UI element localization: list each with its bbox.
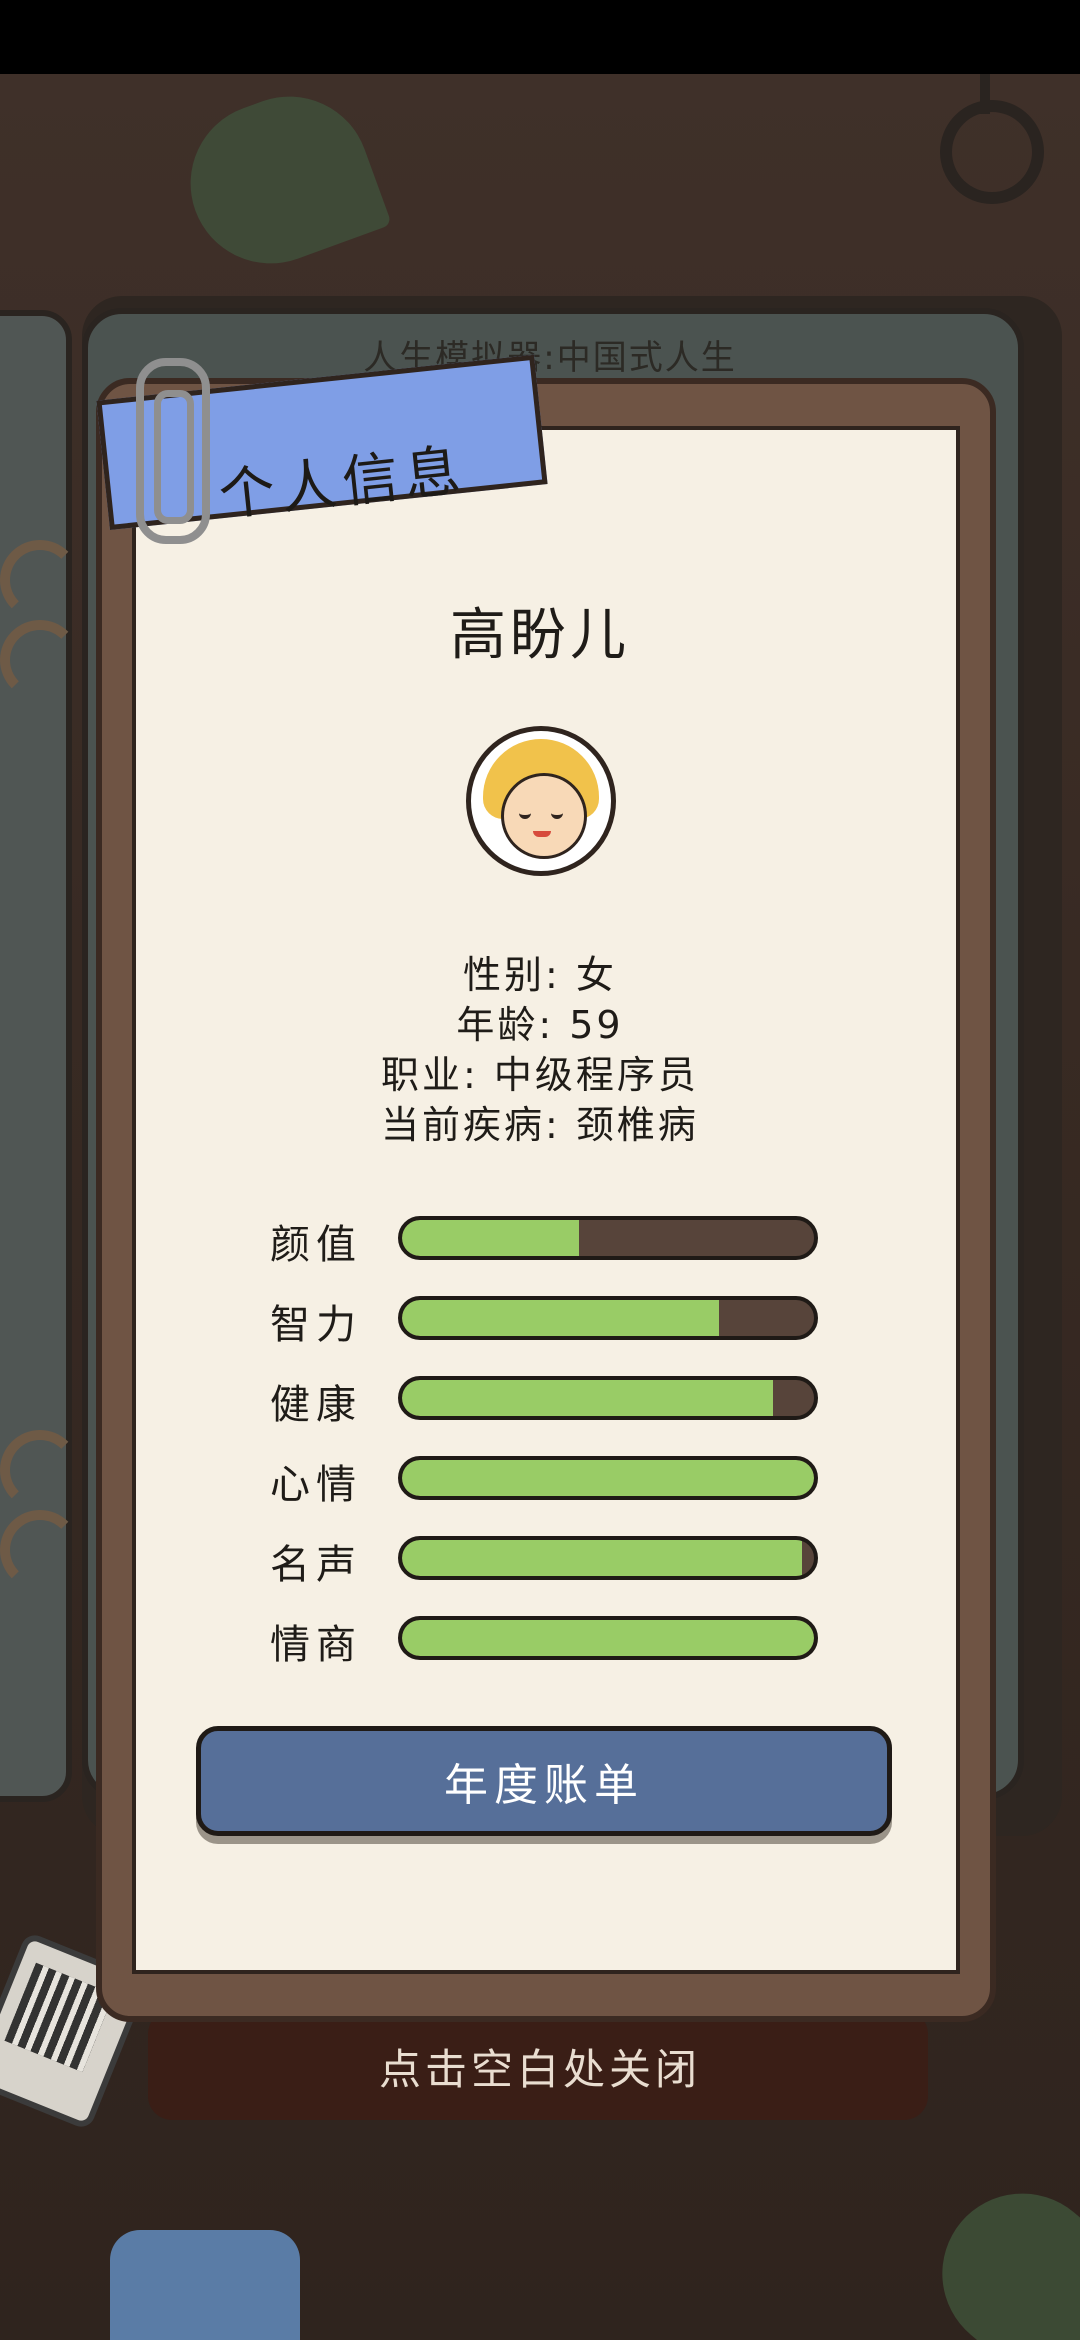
binder-ring <box>0 1430 80 1510</box>
paperclip-inner <box>154 390 194 524</box>
stat-label: 情商 <box>270 1622 362 1668</box>
stat-label: 颜值 <box>270 1222 362 1268</box>
stat-bar-fill <box>402 1620 814 1656</box>
avatar-face <box>501 773 587 859</box>
stat-bar <box>398 1376 818 1420</box>
age-line: 年龄: 59 <box>456 1003 624 1047</box>
stat-bar-fill <box>402 1540 802 1576</box>
stat-bar-fill <box>402 1300 720 1336</box>
character-name: 高盼儿 <box>450 603 630 668</box>
annual-bill-button[interactable]: 年度账单 <box>196 1726 892 1836</box>
stat-bar <box>398 1616 818 1660</box>
close-hint[interactable]: 点击空白处关闭 <box>0 2036 1080 2097</box>
stat-bar <box>398 1456 818 1500</box>
stat-bar-fill <box>402 1220 580 1256</box>
stat-bar <box>398 1296 818 1340</box>
gender-line: 性别: 女 <box>463 953 617 997</box>
ring-decoration <box>940 100 1044 204</box>
job-line: 职业: 中级程序员 <box>381 1053 699 1097</box>
stat-bar-fill <box>402 1380 773 1416</box>
stat-bar <box>398 1536 818 1580</box>
stat-label: 名声 <box>270 1542 362 1588</box>
stat-bar <box>398 1216 818 1260</box>
binder-ring <box>0 1510 80 1590</box>
status-bar <box>0 0 1080 74</box>
stat-label: 健康 <box>270 1382 362 1428</box>
disease-line: 当前疾病: 颈椎病 <box>381 1103 699 1147</box>
stat-label: 智力 <box>270 1302 362 1348</box>
stat-label: 心情 <box>270 1462 362 1508</box>
stat-bar-fill <box>402 1460 814 1496</box>
avatar <box>466 726 616 876</box>
cup-decoration <box>110 2230 300 2340</box>
